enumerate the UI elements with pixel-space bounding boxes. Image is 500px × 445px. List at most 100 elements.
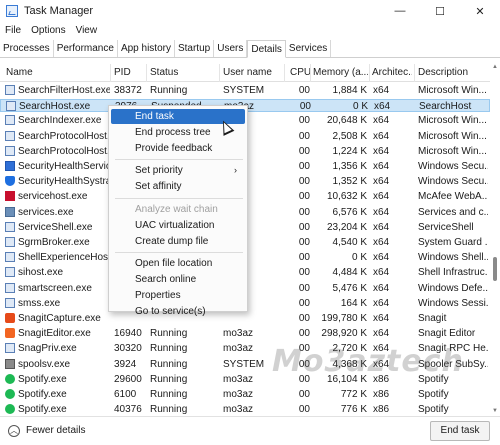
table-row[interactable]: SnagitCapture.exe 00 199,780 K x64 Snagit: [0, 312, 490, 325]
cell-memory: 1,356 K: [332, 161, 367, 172]
cell-memory: 0 K: [351, 252, 367, 264]
mcafee-icon: [5, 191, 15, 202]
cell-memory: 4,484 K: [332, 267, 367, 279]
generic-app-icon: [5, 115, 15, 126]
cell-arch: x64: [373, 267, 390, 279]
cell-user: SYSTEM: [223, 85, 265, 96]
vertical-scrollbar[interactable]: ▲ ▼: [492, 64, 498, 416]
col-description[interactable]: Description: [418, 67, 488, 78]
cell-arch: x64: [373, 221, 390, 233]
cell-arch: x64: [373, 297, 390, 309]
table-row[interactable]: SearchFilterHost.exe 38372 Running SYSTEM 00…: [0, 84, 490, 97]
col-memory[interactable]: Memory (a...: [313, 67, 368, 78]
generic-app-icon: [5, 267, 15, 278]
context-item-go-to-service-s[interactable]: Go to service(s): [111, 304, 245, 319]
chevron-up-icon[interactable]: ︿: [8, 425, 20, 437]
context-item-provide-feedback[interactable]: Provide feedback: [111, 141, 245, 156]
close-button[interactable]: ✕: [460, 0, 500, 22]
context-item-uac-virtualization[interactable]: UAC virtualization: [111, 218, 245, 233]
menu-options[interactable]: Options: [26, 22, 70, 40]
context-item-search-online[interactable]: Search online: [111, 272, 245, 287]
maximize-button[interactable]: ☐: [420, 0, 460, 22]
cell-arch: x64: [373, 130, 390, 142]
generic-app-icon: [5, 145, 15, 156]
tab-startup[interactable]: Startup: [175, 40, 215, 57]
cell-name: SnagPriv.exe: [18, 343, 77, 355]
col-name[interactable]: Name: [6, 67, 106, 78]
cell-arch: x64: [373, 161, 390, 172]
cell-user: mo3az: [223, 389, 254, 400]
context-item-create-dump-file[interactable]: Create dump file: [111, 234, 245, 249]
cell-name: SnagitEditor.exe: [18, 328, 91, 340]
tab-processes[interactable]: Processes: [0, 40, 54, 57]
cell-status: Running: [150, 358, 188, 370]
generic-app-icon: [5, 282, 15, 293]
table-header: Name PID Status User name CPU Memory (a.…: [0, 64, 490, 82]
cell-arch: x64: [373, 252, 390, 264]
cell-arch: x64: [373, 313, 390, 324]
tab-app-history[interactable]: App history: [118, 40, 175, 57]
snagit-editor-icon: [5, 328, 15, 339]
tab-details[interactable]: Details: [247, 40, 286, 58]
col-cpu[interactable]: CPU: [290, 67, 310, 78]
cell-memory: 1,224 K: [332, 145, 367, 157]
fewer-details-link[interactable]: Fewer details: [26, 425, 85, 436]
cell-cpu: 00: [298, 130, 310, 142]
cell-desc: Services and c...: [418, 206, 488, 218]
chevron-right-icon: ›: [234, 165, 237, 176]
cell-status: Running: [150, 404, 188, 416]
cell-arch: x64: [373, 328, 390, 340]
end-task-button[interactable]: End task: [430, 421, 490, 441]
cell-status: Running: [150, 343, 188, 355]
minimize-button[interactable]: —: [380, 0, 420, 22]
cell-memory: 0 K: [352, 101, 368, 113]
cell-name: Spotify.exe: [18, 404, 67, 416]
cell-name: ServiceShell.exe: [18, 221, 93, 233]
menu-file[interactable]: File: [0, 22, 26, 40]
cell-arch: x64: [373, 145, 390, 157]
context-item-label: Create dump file: [135, 235, 209, 247]
col-status[interactable]: Status: [150, 67, 220, 78]
cell-desc: Windows Secu...: [418, 161, 488, 172]
cell-memory: 23,204 K: [326, 221, 367, 233]
cell-desc: Microsoft Win...: [418, 85, 487, 96]
cell-pid: 29600: [114, 373, 142, 385]
context-item-properties[interactable]: Properties: [111, 288, 245, 303]
table-row[interactable]: Spotify.exe 40376 Running mo3az 00 776 K x86 Sp…: [0, 403, 490, 416]
col-user-name[interactable]: User name: [223, 67, 281, 78]
context-item-set-priority[interactable]: Set priority ›: [111, 163, 245, 178]
scroll-down-icon[interactable]: ▼: [492, 408, 498, 416]
cell-memory: 4,540 K: [332, 237, 367, 248]
table-row[interactable]: SnagitEditor.exe 16940 Running mo3az 00 298,9…: [0, 327, 490, 340]
window-title: Task Manager: [24, 5, 94, 17]
task-manager-icon: [6, 5, 18, 17]
generic-app-icon: [5, 343, 15, 354]
cell-arch: x86: [373, 389, 390, 400]
col-architecture[interactable]: Architec...: [372, 67, 412, 78]
col-pid[interactable]: PID: [114, 67, 146, 78]
footer: ︿ Fewer details End task: [0, 416, 500, 445]
generic-app-icon: [5, 297, 15, 308]
cell-desc: SearchHost: [419, 101, 472, 113]
cell-cpu: 00: [298, 206, 310, 218]
tab-users[interactable]: Users: [214, 40, 248, 57]
table-row[interactable]: Spotify.exe 6100 Running mo3az 00 772 K x86 Spo…: [0, 388, 490, 401]
tab-performance[interactable]: Performance: [54, 40, 118, 57]
cell-user: mo3az: [223, 328, 254, 340]
context-item-set-affinity[interactable]: Set affinity: [111, 179, 245, 194]
cell-arch: x64: [374, 101, 391, 113]
cell-desc: Spotify: [418, 389, 449, 400]
cell-memory: 5,476 K: [332, 282, 367, 294]
shield-icon: [5, 176, 15, 187]
context-item-label: End process tree: [135, 126, 211, 138]
cell-cpu: 00: [298, 85, 310, 96]
scrollbar-thumb[interactable]: [493, 257, 497, 281]
tab-services[interactable]: Services: [286, 40, 332, 57]
cell-name: Spotify.exe: [18, 373, 67, 385]
scroll-up-icon[interactable]: ▲: [492, 64, 498, 72]
menu-view[interactable]: View: [71, 22, 103, 40]
context-item-open-file-location[interactable]: Open file location: [111, 256, 245, 271]
cell-cpu: 00: [298, 389, 310, 400]
generic-app-icon: [5, 221, 15, 232]
context-item-label: Provide feedback: [135, 142, 213, 154]
